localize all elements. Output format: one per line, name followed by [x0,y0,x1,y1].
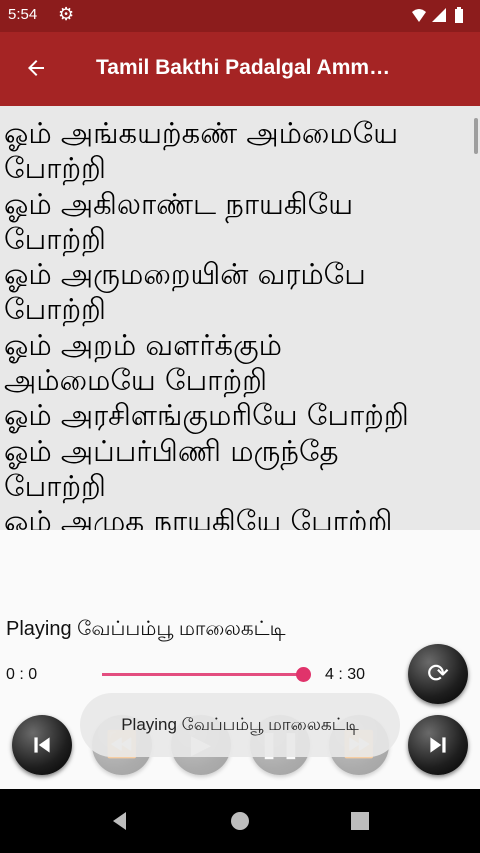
seek-thumb[interactable] [296,667,311,682]
time-total: 4 : 30 [325,666,366,683]
system-nav-bar [0,789,480,853]
time-elapsed: 0 : 0 [6,666,38,683]
status-time: 5:54 [8,6,38,23]
gear-icon: ⚙ [58,4,75,25]
lyrics-panel[interactable]: ஓம் அங்கயற்கண் அம்மையே போற்றி ஓம் அகிலாண… [0,106,480,530]
toast-message: Playing வேப்பம்பூ மாலைகட்டி [80,693,400,757]
status-bar: 5:54 ⚙ [0,0,480,32]
nav-home-icon[interactable] [228,809,252,833]
player-panel: Playing வேப்பம்பூ மாலைகட்டி 0 : 0 4 : 30… [0,530,480,789]
skip-previous-button[interactable] [12,715,72,775]
lyrics-text: ஓம் அங்கயற்கண் அம்மையே போற்றி ஓம் அகிலாண… [4,116,409,530]
nav-recents-icon[interactable] [348,809,372,833]
seek-bar[interactable] [102,673,305,676]
nav-back-icon[interactable] [108,809,132,833]
arrow-left-icon[interactable] [20,52,52,84]
app-bar: Tamil Bakthi Padalgal Amm… [0,32,480,106]
scrollbar[interactable] [474,118,478,154]
repeat-icon: ⟳ [427,659,449,689]
status-icons [410,6,468,28]
wifi-signal-battery-icon [412,7,463,23]
now-playing-label: Playing வேப்பம்பூ மாலைகட்டி [6,618,286,640]
skip-previous-icon [34,737,50,753]
skip-next-button[interactable] [408,715,468,775]
repeat-button[interactable]: ⟳ [408,644,468,704]
skip-next-icon [430,737,446,753]
page-title: Tamil Bakthi Padalgal Amm… [96,56,391,79]
